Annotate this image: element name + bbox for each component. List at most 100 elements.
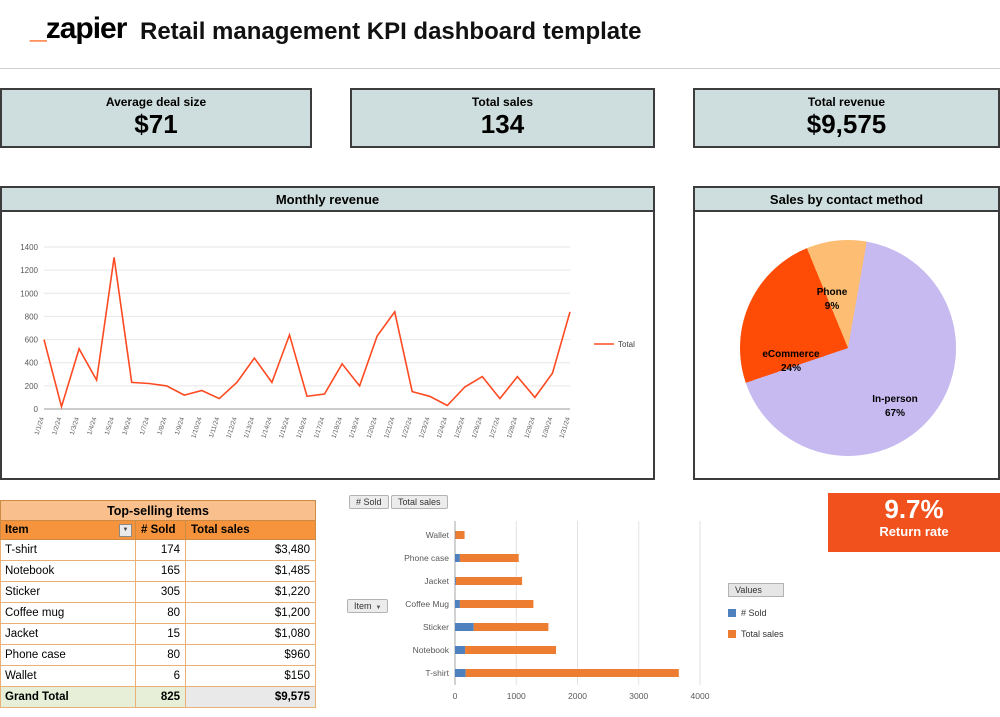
kpi-label: Total revenue (695, 95, 998, 109)
column-header-item: Item ▼ (1, 521, 136, 539)
column-header-total-sales: Total sales (186, 521, 315, 539)
kpi-card-total-sales: Total sales 134 (350, 88, 655, 148)
category-label: Notebook (413, 645, 450, 655)
x-axis-label: 1/18/24 (331, 416, 344, 439)
item-dropdown-label: Item (354, 601, 372, 611)
grand-total-sales: $9,575 (186, 687, 315, 707)
kpi-value: $9,575 (695, 109, 998, 140)
x-axis-label: 1/29/24 (523, 416, 536, 439)
x-axis-label: 4000 (691, 691, 710, 701)
sales-cell: $960 (186, 645, 315, 665)
x-axis-label: 1000 (507, 691, 526, 701)
sales-by-contact-method-panel: Sales by contact method Phone 9% eCommer… (693, 186, 1000, 480)
x-axis-label: 1/19/24 (348, 416, 361, 439)
x-axis-label: 1/25/24 (453, 416, 466, 439)
kpi-value: 134 (352, 109, 653, 140)
column-header-label: Item (5, 521, 29, 539)
pie-slice-name: Phone (802, 286, 862, 300)
pie-slice-pct: 9% (802, 300, 862, 314)
table-title: Top-selling items (0, 500, 316, 521)
x-axis-label: 1/22/24 (401, 416, 414, 439)
x-axis-label: 1/1/24 (34, 416, 46, 436)
x-axis-label: 3000 (629, 691, 648, 701)
y-axis-label: 1200 (20, 266, 38, 275)
return-rate-value: 9.7% (828, 495, 1000, 524)
header-divider (0, 68, 1000, 69)
kpi-label: Average deal size (2, 95, 310, 109)
pie-slice-pct: 67% (855, 407, 935, 421)
x-axis-label: 1/10/24 (190, 416, 203, 439)
total-sales-bar (466, 669, 679, 677)
pie-slice-name: In-person (855, 393, 935, 407)
table-row: Coffee mug80$1,200 (0, 603, 316, 624)
item-filter-icon[interactable]: ▼ (119, 524, 132, 537)
sales-cell: $1,080 (186, 624, 315, 644)
return-rate-label: Return rate (828, 524, 1000, 539)
legend-title: Values (728, 583, 784, 597)
zapier-logo: _zapier (30, 12, 126, 46)
sold-bar (455, 577, 456, 585)
sold-bar (455, 554, 460, 562)
x-axis-label: 0 (453, 691, 458, 701)
sold-cell: 15 (136, 624, 186, 644)
x-axis-label: 1/11/24 (208, 416, 221, 439)
y-axis-label: 200 (25, 382, 39, 391)
item-dropdown[interactable]: Item▼ (347, 599, 388, 613)
sold-cell: 6 (136, 666, 186, 686)
sales-cell: $1,220 (186, 582, 315, 602)
filter-chip-total-sales[interactable]: Total sales (391, 495, 448, 509)
category-label: Wallet (426, 530, 450, 540)
column-header-sold: # Sold (136, 521, 186, 539)
category-label: Coffee Mug (405, 599, 449, 609)
table-row: Phone case80$960 (0, 645, 316, 666)
category-label: T-shirt (425, 668, 449, 678)
x-axis-label: 2000 (568, 691, 587, 701)
table-row: T-shirt174$3,480 (0, 540, 316, 561)
monthly-revenue-panel: Monthly revenue 020040060080010001200140… (0, 186, 655, 480)
sales-cell: $150 (186, 666, 315, 686)
item-cell: Phone case (1, 645, 136, 665)
x-axis-label: 1/28/24 (506, 416, 519, 439)
sold-cell: 80 (136, 603, 186, 623)
x-axis-label: 1/21/24 (383, 416, 396, 439)
total-sales-bar (460, 600, 534, 608)
logo-text: zapier (46, 12, 127, 45)
table-row: Wallet6$150 (0, 666, 316, 687)
x-axis-label: 1/24/24 (436, 416, 449, 439)
pie-slice-pct: 24% (753, 362, 829, 376)
x-axis-label: 1/15/24 (278, 416, 291, 439)
pie-label-phone: Phone 9% (802, 286, 862, 313)
x-axis-label: 1/5/24 (104, 416, 116, 436)
sold-cell: 165 (136, 561, 186, 581)
y-axis-label: 800 (25, 312, 39, 321)
x-axis-label: 1/17/24 (313, 416, 326, 439)
sales-cell: $3,480 (186, 540, 315, 560)
legend-item-total-sales: Total sales (728, 629, 784, 639)
y-axis-label: 0 (34, 405, 39, 414)
item-cell: T-shirt (1, 540, 136, 560)
item-cell: Sticker (1, 582, 136, 602)
pie-label-in-person: In-person 67% (855, 393, 935, 420)
sold-cell: 174 (136, 540, 186, 560)
filter-chip-sold[interactable]: # Sold (349, 495, 389, 509)
pie-slice-name: eCommerce (753, 348, 829, 362)
y-axis-label: 400 (25, 359, 39, 368)
y-axis-label: 1000 (20, 289, 38, 298)
x-axis-label: 1/4/24 (86, 416, 98, 436)
sold-swatch-icon (728, 609, 736, 617)
x-axis-label: 1/30/24 (541, 416, 554, 439)
y-axis-label: 1400 (20, 243, 38, 252)
x-axis-label: 1/8/24 (156, 416, 168, 436)
x-axis-label: 1/20/24 (366, 416, 379, 439)
item-cell: Jacket (1, 624, 136, 644)
x-axis-label: 1/12/24 (225, 416, 238, 439)
x-axis-label: 1/14/24 (260, 416, 273, 439)
sold-bar (455, 646, 465, 654)
category-label: Jacket (424, 576, 449, 586)
total-sales-bar (474, 623, 549, 631)
sold-cell: 80 (136, 645, 186, 665)
pie-chart-area: Phone 9% eCommerce 24% In-person 67% (695, 212, 998, 478)
revenue-line (44, 257, 570, 406)
sold-bar (455, 669, 466, 677)
total-sales-bar (455, 531, 464, 539)
